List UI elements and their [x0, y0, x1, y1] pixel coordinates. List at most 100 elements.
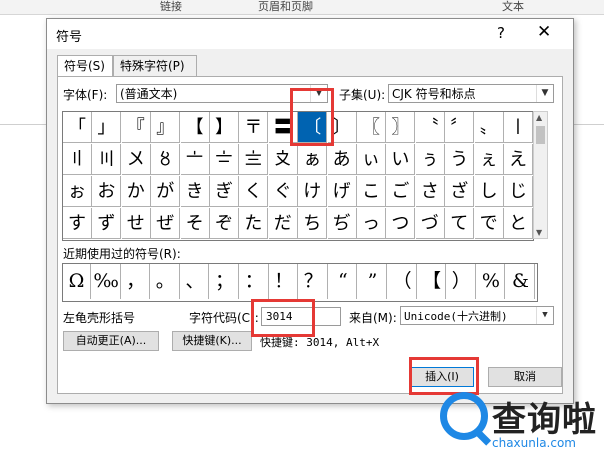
- symbol-cell[interactable]: っ: [357, 208, 386, 239]
- symbol-cell[interactable]: ご: [386, 176, 416, 207]
- recent-symbol-cell[interactable]: 。: [152, 264, 180, 299]
- symbol-cell[interactable]: ず: [92, 208, 122, 239]
- recent-symbol-cell[interactable]: “: [329, 264, 358, 299]
- recent-symbol-cell[interactable]: ）: [448, 264, 476, 299]
- recent-symbols[interactable]: Ω ‰，。、；：！？ “” （【）% &: [62, 263, 538, 302]
- symbol-cell[interactable]: そ: [180, 208, 210, 239]
- cancel-button[interactable]: 取消: [488, 367, 562, 387]
- symbol-cell[interactable]: 〝: [415, 112, 445, 143]
- symbol-cell[interactable]: お: [92, 176, 122, 207]
- symbol-cell[interactable]: 〥: [151, 144, 181, 175]
- recent-symbol-cell[interactable]: ？: [300, 264, 328, 299]
- symbol-cell[interactable]: ぅ: [415, 144, 445, 175]
- recent-symbol-cell[interactable]: ！: [270, 264, 299, 299]
- symbol-cell[interactable]: う: [445, 144, 475, 175]
- scroll-up-icon[interactable]: ▲: [536, 113, 542, 122]
- symbol-cell[interactable]: 〒: [239, 112, 269, 143]
- symbol-cell[interactable]: 」: [92, 112, 122, 143]
- recent-symbol-cell[interactable]: ；: [211, 264, 239, 299]
- symbol-cell[interactable]: つ: [386, 208, 416, 239]
- subset-select[interactable]: CJK 符号和标点 ▼: [388, 84, 554, 103]
- autocorrect-button[interactable]: 自动更正(A)...: [63, 331, 159, 351]
- symbol-cell[interactable]: で: [474, 208, 504, 239]
- symbol-cell[interactable]: 〩: [268, 144, 298, 175]
- scroll-down-icon[interactable]: ▼: [536, 228, 542, 237]
- symbol-cell[interactable]: ち: [298, 208, 328, 239]
- symbol-cell[interactable]: げ: [327, 176, 357, 207]
- shortcut-key-button[interactable]: 快捷键(K)...: [172, 331, 252, 351]
- symbol-cell[interactable]: ぎ: [210, 176, 239, 207]
- symbol-cell[interactable]: し: [474, 176, 504, 207]
- symbol-cell[interactable]: 「: [63, 112, 92, 143]
- tab-symbols[interactable]: 符号(S): [57, 55, 113, 78]
- symbol-cell[interactable]: ぢ: [327, 208, 357, 239]
- help-button[interactable]: ?: [497, 24, 505, 42]
- symbol-cell[interactable]: ぞ: [210, 208, 239, 239]
- symbol-cell[interactable]: せ: [121, 208, 151, 239]
- symbol-cell[interactable]: 〢: [63, 144, 92, 175]
- symbol-cell[interactable]: 〟: [474, 112, 504, 143]
- chevron-down-icon[interactable]: ▼: [536, 85, 553, 102]
- grid-scrollbar[interactable]: ▲ ▼: [533, 111, 548, 239]
- document-rule: [572, 124, 604, 125]
- symbol-cell[interactable]: 〨: [239, 144, 269, 175]
- recent-symbol-cell[interactable]: &: [507, 264, 535, 299]
- symbol-dialog: 符号 ? ✕ 符号(S) 特殊字符(P) 字体(F): (普通文本) ▼ 子集(…: [46, 18, 574, 404]
- recent-symbol-cell[interactable]: 、: [181, 264, 210, 299]
- symbol-cell[interactable]: 〗: [386, 112, 416, 143]
- recent-symbol-cell[interactable]: 【: [418, 264, 447, 299]
- symbol-cell[interactable]: え: [504, 144, 533, 175]
- symbol-cell[interactable]: が: [151, 176, 181, 207]
- symbol-cell[interactable]: い: [386, 144, 416, 175]
- scroll-thumb[interactable]: [536, 126, 545, 144]
- close-button[interactable]: ✕: [537, 22, 551, 42]
- symbol-cell[interactable]: さ: [415, 176, 445, 207]
- symbol-cell[interactable]: か: [121, 176, 151, 207]
- symbol-cell[interactable]: ざ: [445, 176, 475, 207]
- symbol-cell[interactable]: す: [63, 208, 92, 239]
- symbol-cell[interactable]: じ: [504, 176, 533, 207]
- from-select[interactable]: Unicode(十六进制) ▼: [400, 306, 554, 325]
- symbol-cell[interactable]: 〦: [180, 144, 210, 175]
- symbol-cell[interactable]: き: [180, 176, 210, 207]
- recent-symbol-cell[interactable]: ，: [122, 264, 151, 299]
- recent-symbol-cell[interactable]: （: [389, 264, 417, 299]
- symbol-cell[interactable]: ぉ: [63, 176, 92, 207]
- symbol-cell[interactable]: く: [239, 176, 269, 207]
- symbol-cell[interactable]: 【: [180, 112, 210, 143]
- ribbon-link[interactable]: 链接: [160, 0, 182, 14]
- symbol-cell[interactable]: 『: [121, 112, 151, 143]
- chevron-down-icon[interactable]: ▼: [536, 307, 553, 324]
- symbol-cell[interactable]: た: [239, 208, 269, 239]
- symbol-cell[interactable]: ぁ: [298, 144, 328, 175]
- recent-symbol-cell[interactable]: ”: [359, 264, 387, 299]
- symbol-cell[interactable]: ぐ: [268, 176, 298, 207]
- symbol-cell[interactable]: 〤: [121, 144, 151, 175]
- symbol-cell[interactable]: 〖: [357, 112, 386, 143]
- symbol-cell[interactable]: づ: [415, 208, 445, 239]
- recent-symbol-cell[interactable]: ：: [241, 264, 269, 299]
- recent-symbol-cell[interactable]: %: [477, 264, 506, 299]
- symbol-cell[interactable]: 〧: [210, 144, 239, 175]
- tab-special-characters[interactable]: 特殊字符(P): [113, 55, 197, 77]
- recent-symbol-cell[interactable]: Ω: [63, 264, 91, 299]
- symbol-cell[interactable]: 〞: [445, 112, 475, 143]
- ribbon-header-footer[interactable]: 页眉和页脚: [258, 0, 313, 14]
- symbol-cell[interactable]: ぜ: [151, 208, 181, 239]
- symbol-cell[interactable]: ぃ: [357, 144, 386, 175]
- symbol-cell[interactable]: こ: [357, 176, 386, 207]
- symbol-cell[interactable]: け: [298, 176, 328, 207]
- watermark: 查询啦 chaxunla.com: [440, 392, 604, 462]
- from-value: Unicode(十六进制): [404, 310, 508, 323]
- symbol-cell[interactable]: と: [504, 208, 533, 239]
- recent-symbol-cell[interactable]: ‰: [93, 264, 121, 299]
- symbol-cell[interactable]: 〡: [504, 112, 533, 143]
- ribbon-text[interactable]: 文本: [502, 0, 524, 14]
- symbol-cell[interactable]: だ: [268, 208, 298, 239]
- symbol-cell[interactable]: て: [445, 208, 475, 239]
- symbol-cell[interactable]: ぇ: [474, 144, 504, 175]
- symbol-cell[interactable]: あ: [327, 144, 357, 175]
- symbol-cell[interactable]: 】: [210, 112, 239, 143]
- symbol-cell[interactable]: 〣: [92, 144, 122, 175]
- symbol-cell[interactable]: 』: [151, 112, 181, 143]
